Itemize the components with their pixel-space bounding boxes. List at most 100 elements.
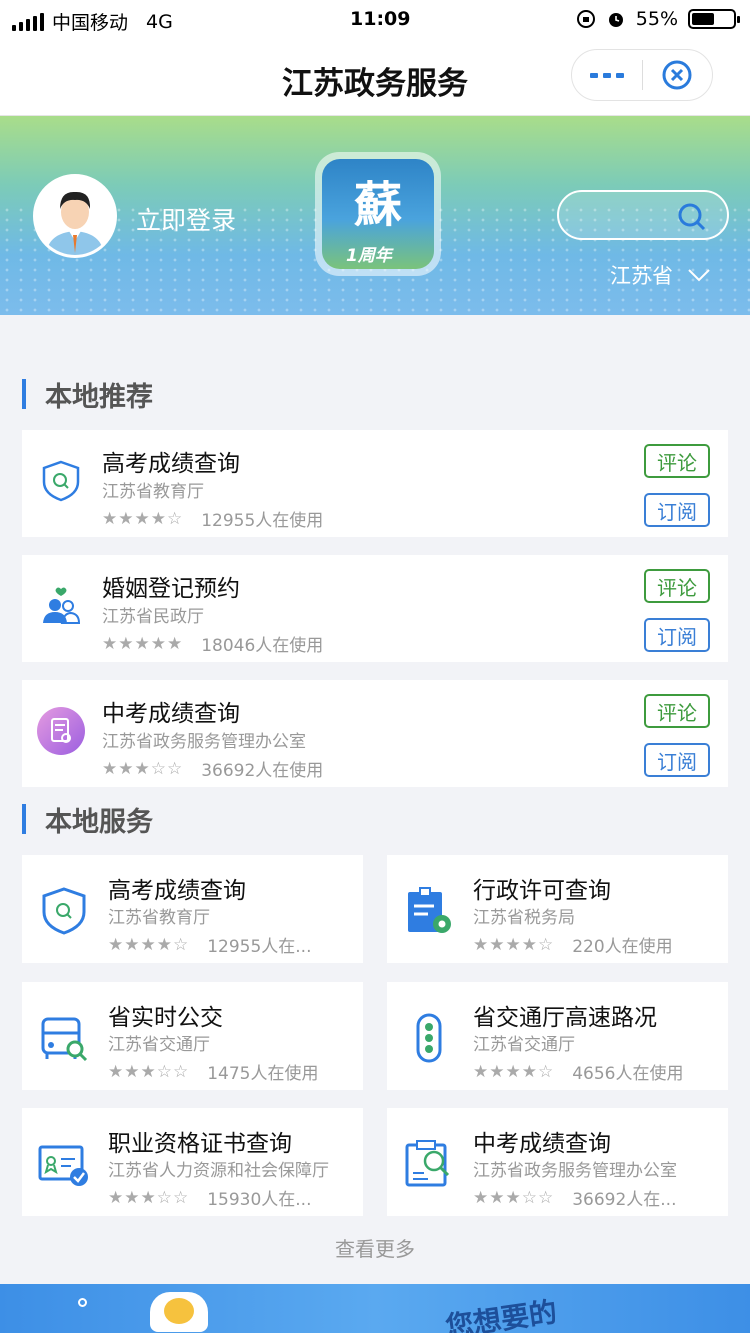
service-dept: 江苏省教育厅 bbox=[108, 908, 210, 928]
section-accent-bar bbox=[22, 804, 26, 834]
comment-button[interactable]: 评论 bbox=[644, 694, 710, 728]
more-dot-icon bbox=[615, 72, 624, 78]
usage-count: 220人在使用 bbox=[572, 937, 673, 957]
alarm-icon bbox=[608, 13, 623, 27]
section-title: 本地推荐 bbox=[45, 381, 153, 413]
comment-button[interactable]: 评论 bbox=[644, 569, 710, 603]
region-label: 江苏省 bbox=[610, 264, 673, 288]
service-dept: 江苏省教育厅 bbox=[102, 482, 204, 502]
service-dept: 江苏省政务服务管理办公室 bbox=[102, 732, 306, 752]
service-title: 省实时公交 bbox=[108, 1005, 223, 1031]
service-meta: ★★★★☆ 12955人在使用 bbox=[102, 506, 324, 532]
rating-stars: ★★★★☆ bbox=[473, 1061, 555, 1082]
recommend-card[interactable]: 高考成绩查询 江苏省教育厅 ★★★★☆ 12955人在使用 评论 订阅 bbox=[22, 430, 728, 537]
avatar[interactable] bbox=[33, 174, 117, 258]
bottom-promo-banner[interactable]: 您想要的 bbox=[0, 1284, 750, 1333]
rating-stars: ★★★★☆ bbox=[108, 934, 190, 955]
title-bar: 江苏政务服务 bbox=[0, 40, 750, 116]
battery-fill bbox=[692, 13, 714, 25]
recommend-card[interactable]: 婚姻登记预约 江苏省民政厅 ★★★★★ 18046人在使用 评论 订阅 bbox=[22, 555, 728, 662]
service-card[interactable]: 职业资格证书查询 江苏省人力资源和社会保障厅 ★★★☆☆ 15930人在... bbox=[22, 1108, 363, 1216]
subscribe-button[interactable]: 订阅 bbox=[644, 493, 710, 527]
usage-count: 18046人在使用 bbox=[201, 636, 324, 656]
service-dept: 江苏省交通厅 bbox=[473, 1035, 575, 1055]
more-menu-button[interactable] bbox=[572, 72, 642, 78]
more-dot-icon bbox=[602, 72, 611, 78]
usage-count: 4656人在使用 bbox=[572, 1064, 684, 1084]
usage-count: 1475人在使用 bbox=[207, 1064, 319, 1084]
usage-count: 15930人在... bbox=[207, 1190, 312, 1210]
section-title: 本地服务 bbox=[45, 806, 153, 838]
service-meta: ★★★☆☆ 1475人在使用 bbox=[108, 1059, 319, 1085]
see-more-link[interactable]: 查看更多 bbox=[0, 1233, 750, 1262]
usage-count: 36692人在... bbox=[572, 1190, 677, 1210]
network-label: 4G bbox=[146, 10, 173, 33]
rating-stars: ★★★☆☆ bbox=[108, 1187, 190, 1208]
signal-icon bbox=[12, 12, 44, 31]
rating-stars: ★★★★☆ bbox=[473, 934, 555, 955]
comment-button[interactable]: 评论 bbox=[644, 444, 710, 478]
usage-count: 12955人在... bbox=[207, 937, 312, 957]
more-dot-icon bbox=[589, 72, 598, 78]
top-banner: 立即登录 蘇 1周年 江苏省 bbox=[0, 116, 750, 315]
service-card[interactable]: 省实时公交 江苏省交通厅 ★★★☆☆ 1475人在使用 bbox=[22, 982, 363, 1090]
bus-search-icon bbox=[36, 1010, 92, 1066]
service-title: 中考成绩查询 bbox=[473, 1131, 611, 1157]
service-meta: ★★★★☆ 12955人在... bbox=[108, 932, 312, 958]
exam-search-icon bbox=[401, 1136, 457, 1192]
certificate-icon bbox=[36, 1136, 92, 1192]
marriage-couple-icon bbox=[36, 581, 86, 631]
service-meta: ★★★★★ 18046人在使用 bbox=[102, 631, 324, 657]
rating-stars: ★★★☆☆ bbox=[108, 1061, 190, 1082]
rating-stars: ★★★★★ bbox=[102, 633, 184, 654]
status-time: 11:09 bbox=[350, 8, 411, 30]
people-badge-icon bbox=[164, 1298, 194, 1324]
document-search-icon bbox=[36, 706, 86, 756]
service-meta: ★★★★☆ 4656人在使用 bbox=[473, 1059, 684, 1085]
service-card[interactable]: 中考成绩查询 江苏省政务服务管理办公室 ★★★☆☆ 36692人在... bbox=[387, 1108, 728, 1216]
anniversary-logo-inner: 蘇 1周年 bbox=[322, 159, 434, 269]
logo-sub: 1周年 bbox=[346, 246, 392, 266]
close-icon bbox=[662, 60, 692, 90]
service-title: 职业资格证书查询 bbox=[108, 1131, 292, 1157]
service-title: 中考成绩查询 bbox=[102, 701, 240, 727]
chevron-down-icon bbox=[688, 269, 710, 282]
section-header-services: 本地服务 bbox=[22, 803, 153, 838]
service-card[interactable]: 高考成绩查询 江苏省教育厅 ★★★★☆ 12955人在... bbox=[22, 855, 363, 963]
login-link[interactable]: 立即登录 bbox=[136, 201, 236, 237]
decor-dot bbox=[78, 1298, 87, 1307]
close-button[interactable] bbox=[643, 58, 713, 92]
service-meta: ★★★☆☆ 36692人在... bbox=[473, 1185, 677, 1211]
service-title: 行政许可查询 bbox=[473, 878, 611, 904]
shield-search-icon bbox=[36, 883, 92, 939]
rating-stars: ★★★☆☆ bbox=[473, 1187, 555, 1208]
service-card[interactable]: 省交通厅高速路况 江苏省交通厅 ★★★★☆ 4656人在使用 bbox=[387, 982, 728, 1090]
section-accent-bar bbox=[22, 379, 26, 409]
status-right: 55% bbox=[576, 8, 740, 30]
service-dept: 江苏省交通厅 bbox=[108, 1035, 210, 1055]
traffic-light-icon bbox=[401, 1010, 457, 1066]
rating-stars: ★★★☆☆ bbox=[102, 758, 184, 779]
service-card[interactable]: 行政许可查询 江苏省税务局 ★★★★☆ 220人在使用 bbox=[387, 855, 728, 963]
service-dept: 江苏省政务服务管理办公室 bbox=[473, 1161, 677, 1181]
shield-search-icon bbox=[36, 456, 86, 506]
subscribe-button[interactable]: 订阅 bbox=[644, 743, 710, 777]
logo-char: 蘇 bbox=[353, 177, 402, 233]
usage-count: 12955人在使用 bbox=[201, 511, 324, 531]
carrier-label: 中国移动 bbox=[52, 12, 129, 34]
region-selector[interactable]: 江苏省 bbox=[610, 260, 711, 290]
search-input[interactable] bbox=[557, 190, 729, 240]
status-bar: 中国移动 4G 11:09 55% bbox=[0, 0, 750, 40]
section-header-recommend: 本地推荐 bbox=[22, 378, 153, 413]
status-left: 中国移动 4G bbox=[12, 8, 173, 35]
service-title: 高考成绩查询 bbox=[108, 878, 246, 904]
service-meta: ★★★☆☆ 15930人在... bbox=[108, 1185, 312, 1211]
service-dept: 江苏省人力资源和社会保障厅 bbox=[108, 1161, 329, 1181]
promo-text: 您想要的 bbox=[443, 1295, 559, 1333]
battery-percent: 55% bbox=[635, 8, 678, 30]
cloud-icon bbox=[150, 1292, 208, 1332]
recommend-card[interactable]: 中考成绩查询 江苏省政务服务管理办公室 ★★★☆☆ 36692人在使用 评论 订… bbox=[22, 680, 728, 787]
subscribe-button[interactable]: 订阅 bbox=[644, 618, 710, 652]
search-icon bbox=[678, 203, 706, 231]
anniversary-logo[interactable]: 蘇 1周年 bbox=[315, 152, 441, 276]
